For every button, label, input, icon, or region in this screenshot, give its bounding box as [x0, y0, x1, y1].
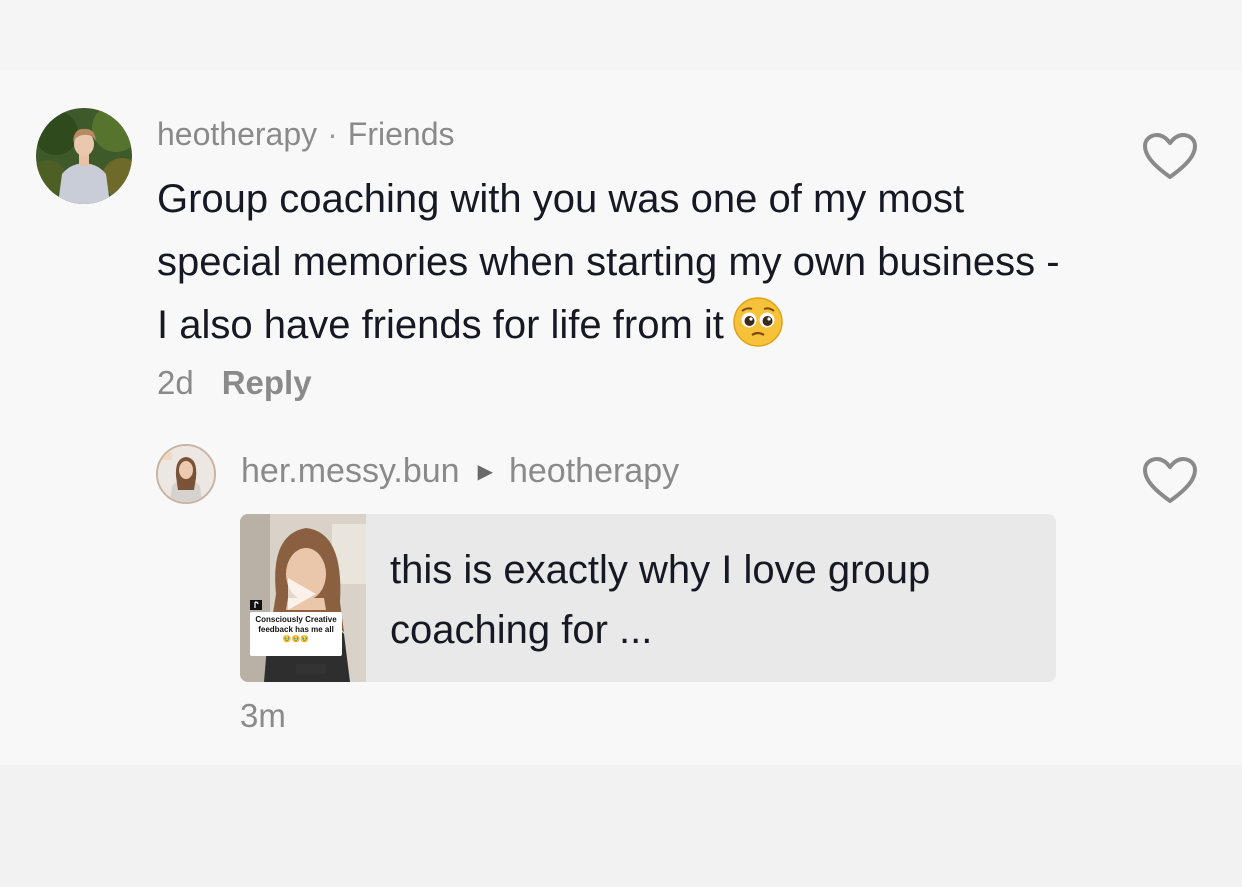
- comment-username[interactable]: heotherapy: [157, 116, 317, 153]
- relation-badge: Friends: [347, 116, 455, 152]
- avatar[interactable]: [36, 108, 132, 204]
- video-reply-text: this is exactly why I love group coachin…: [390, 548, 931, 652]
- reply-button[interactable]: Reply: [222, 364, 312, 402]
- reply-target-username[interactable]: heotherapy: [509, 452, 679, 491]
- comment-meta: 2d Reply: [157, 364, 312, 402]
- separator: ·: [327, 116, 338, 152]
- thumbnail-caption: Consciously Creative feedback has me all…: [250, 612, 342, 656]
- reply-age: 3m: [240, 697, 286, 734]
- comment-body: Group coaching with you was one of my mo…: [157, 168, 1077, 357]
- comment-header: heotherapy · Friends: [157, 116, 454, 153]
- thumbnail-caption-text: Consciously Creative feedback has me all: [255, 615, 337, 634]
- video-reply-card[interactable]: Consciously Creative feedback has me all…: [240, 514, 1056, 682]
- avatar-image: [36, 108, 132, 204]
- reply-header: her.messy.bun ▶ heotherapy: [241, 452, 679, 491]
- video-thumbnail[interactable]: Consciously Creative feedback has me all…: [240, 514, 366, 682]
- thumbnail-image: [240, 514, 366, 682]
- reply-avatar-image: [158, 446, 214, 502]
- comment-age: 2d: [157, 364, 194, 401]
- comment-text: Group coaching with you was one of my mo…: [157, 177, 1060, 347]
- thumbnail-caption-emoji: 🥹🥹🥹: [282, 636, 310, 643]
- heart-outline-icon[interactable]: [1142, 132, 1198, 182]
- pleading-face-icon: [732, 296, 784, 348]
- heart-outline-icon[interactable]: [1142, 456, 1198, 506]
- reply-username[interactable]: her.messy.bun: [241, 452, 460, 491]
- reply-arrow-icon: ▶: [477, 461, 493, 483]
- panel-footer-area: [0, 765, 1242, 887]
- reply-avatar[interactable]: [156, 444, 216, 504]
